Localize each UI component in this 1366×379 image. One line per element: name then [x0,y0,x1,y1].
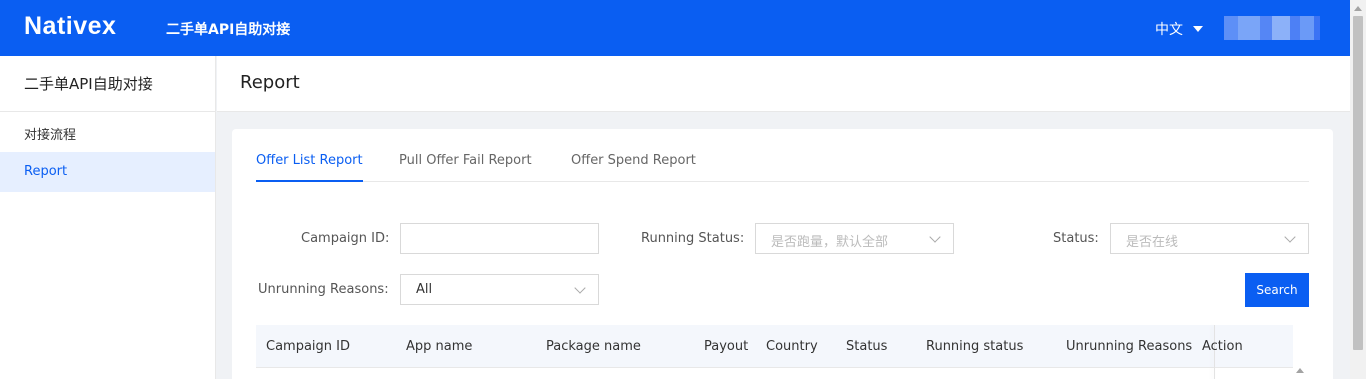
column-header[interactable]: Running status [926,339,1023,354]
unrunning-reasons-select[interactable]: All [400,274,599,305]
sidebar: 二手单API自助对接 对接流程 Report [0,56,216,379]
status-placeholder: 是否在线 [1126,235,1179,250]
status-label: Status: [1053,231,1099,246]
tab-offer-spend-report[interactable]: Offer Spend Report [571,153,696,182]
vertical-scrollbar[interactable] [1350,0,1366,379]
running-status-placeholder: 是否跑量，默认全部 [771,235,889,250]
column-header[interactable]: Payout [704,339,748,354]
scrollbar-thumb[interactable] [1353,16,1363,350]
column-header[interactable]: App name [406,339,472,354]
unrunning-reasons-value: All [416,282,433,297]
table-header: Campaign ID App name Package name Payout… [256,325,1293,379]
page-header: Report [217,56,1350,112]
running-status-label: Running Status: [641,231,745,246]
chevron-down-icon [1284,231,1296,243]
nativex-logo[interactable]: Nativex [24,12,116,41]
column-header[interactable]: Package name [546,339,641,354]
tab-pull-offer-fail-report[interactable]: Pull Offer Fail Report [399,153,532,182]
column-header[interactable]: Unrunning Reasons [1066,339,1192,354]
sidebar-heading: 二手单API自助对接 [0,56,215,112]
header-title: 二手单API自助对接 [166,22,291,38]
status-select[interactable]: 是否在线 [1110,223,1309,254]
report-tabs: Offer List Report Pull Offer Fail Report… [256,149,1309,182]
top-header: Nativex 二手单API自助对接 中文 [0,0,1350,56]
running-status-select[interactable]: 是否跑量，默认全部 [755,223,954,254]
language-selector[interactable]: 中文 [1155,19,1203,39]
search-button[interactable]: Search [1245,273,1309,307]
scroll-up-arrow-icon[interactable] [1354,6,1362,11]
tab-offer-list-report[interactable]: Offer List Report [256,153,363,182]
campaign-id-label: Campaign ID: [301,231,390,246]
sidebar-item-integration-flow[interactable]: 对接流程 [0,112,215,152]
language-label: 中文 [1155,22,1183,38]
sidebar-item-report[interactable]: Report [0,152,215,192]
caret-down-icon [1193,26,1203,32]
column-header[interactable]: Status [846,339,887,354]
page-title: Report [240,72,300,93]
chevron-down-icon [929,231,941,243]
column-header[interactable]: Campaign ID [266,339,350,354]
campaign-id-input[interactable] [400,223,599,254]
unrunning-reasons-label: Unrunning Reasons: [258,282,389,297]
table-scroll-up-icon[interactable] [1296,368,1304,373]
column-header[interactable]: Action [1202,339,1243,354]
report-card: Offer List Report Pull Offer Fail Report… [232,129,1333,379]
column-header[interactable]: Country [766,339,818,354]
user-avatar-redacted[interactable] [1224,16,1320,40]
chevron-down-icon [574,282,586,294]
